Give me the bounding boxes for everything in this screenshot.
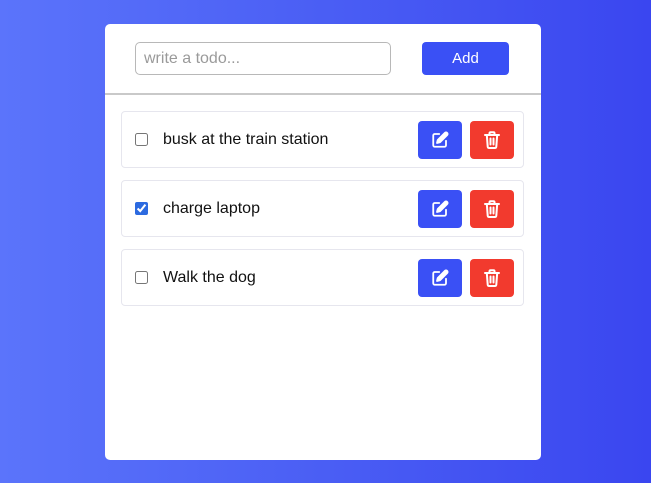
todo-text: busk at the train station <box>163 131 329 148</box>
trash-icon <box>484 269 500 287</box>
edit-button[interactable] <box>418 121 462 159</box>
todo-text: Walk the dog <box>163 269 256 286</box>
todo-list: busk at the train station charge laptop … <box>121 111 524 318</box>
trash-icon <box>484 200 500 218</box>
todo-input[interactable] <box>135 42 391 75</box>
delete-button[interactable] <box>470 190 514 228</box>
trash-icon <box>484 131 500 149</box>
todo-item: Walk the dog <box>121 249 524 306</box>
add-todo-form: Add <box>105 24 541 94</box>
add-button[interactable]: Add <box>422 42 509 75</box>
todo-checkbox[interactable] <box>135 133 148 146</box>
todo-checkbox[interactable] <box>135 202 148 215</box>
delete-button[interactable] <box>470 121 514 159</box>
edit-icon <box>431 269 449 287</box>
todo-text: charge laptop <box>163 200 260 217</box>
edit-button[interactable] <box>418 259 462 297</box>
todo-card: Add busk at the train station <box>105 24 541 460</box>
edit-icon <box>431 131 449 149</box>
todo-item: busk at the train station <box>121 111 524 168</box>
todo-checkbox[interactable] <box>135 271 148 284</box>
divider <box>105 93 541 95</box>
delete-button[interactable] <box>470 259 514 297</box>
edit-icon <box>431 200 449 218</box>
edit-button[interactable] <box>418 190 462 228</box>
todo-item: charge laptop <box>121 180 524 237</box>
